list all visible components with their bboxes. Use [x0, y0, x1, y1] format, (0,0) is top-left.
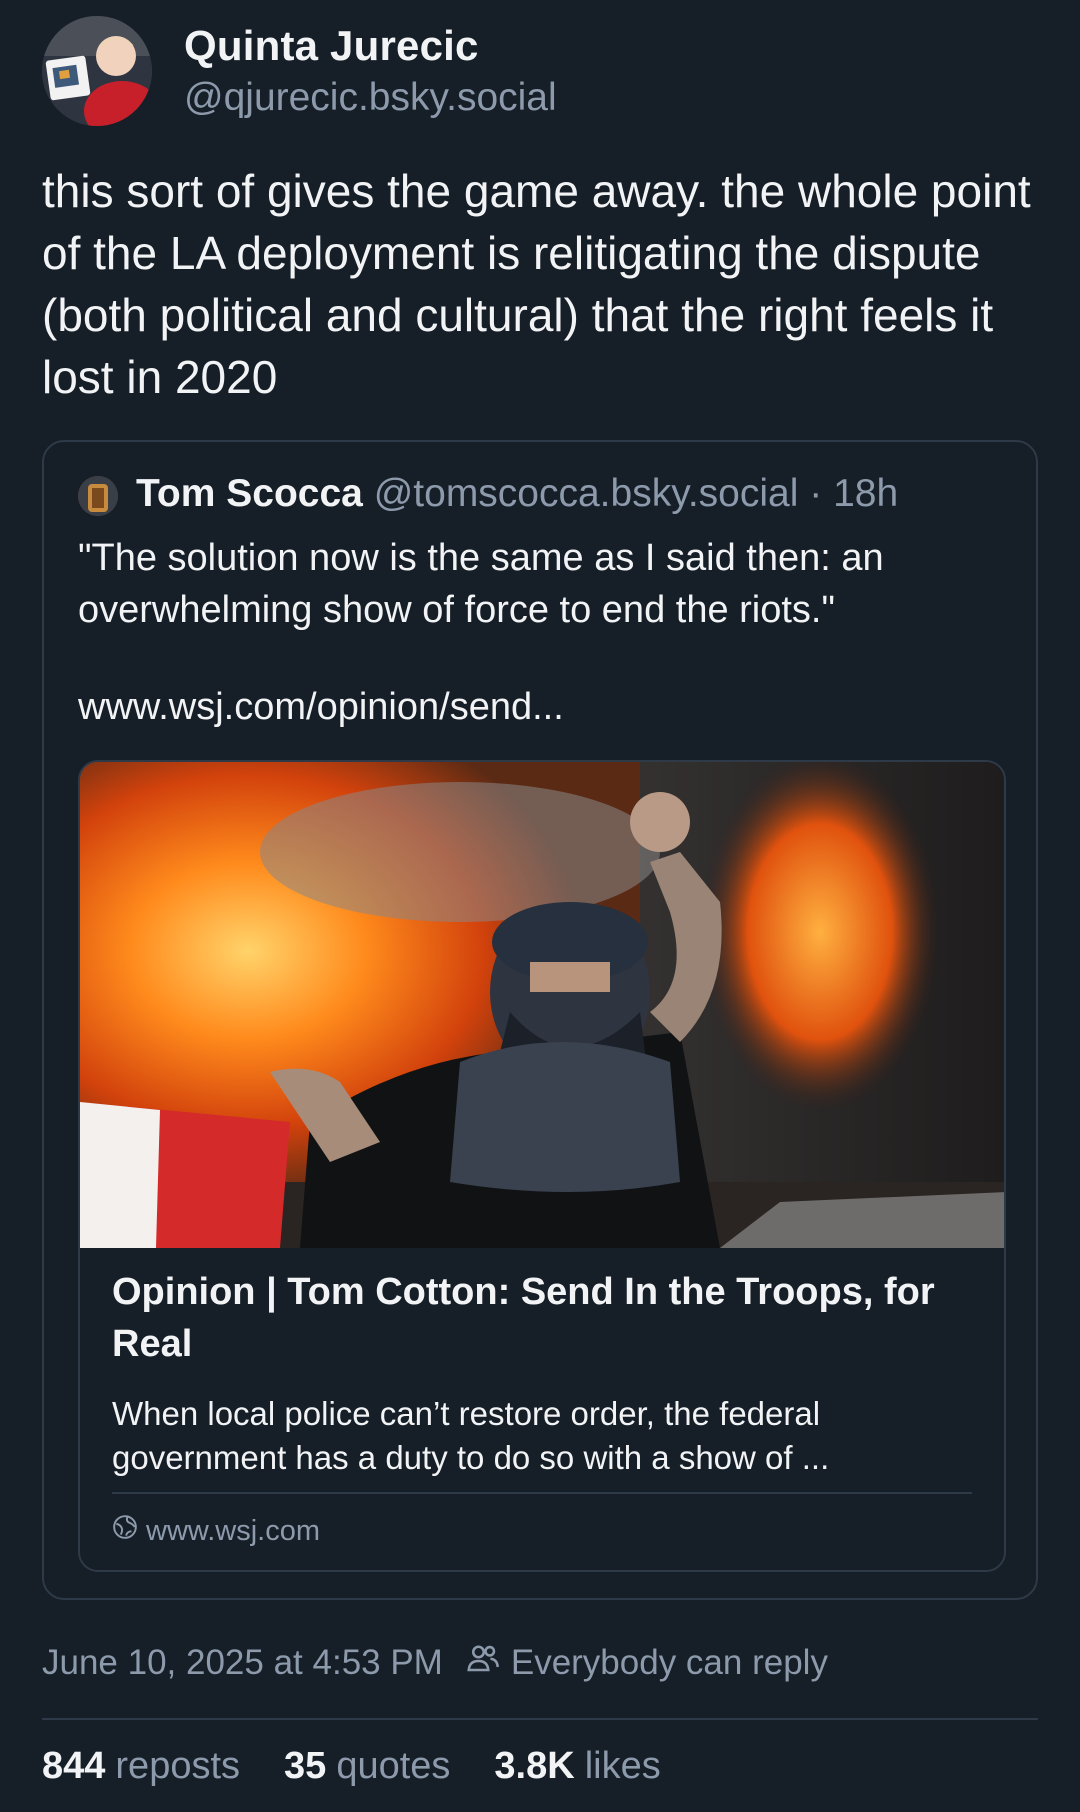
likes-stat[interactable]: 3.8K likes: [494, 1745, 660, 1788]
avatar-photo: [42, 16, 152, 126]
reposts-stat[interactable]: 844 reposts: [42, 1745, 240, 1788]
embed-domain: www.wsj.com: [146, 1514, 321, 1547]
embed-divider: [112, 1492, 972, 1494]
post-stats: 844 reposts 35 quotes 3.8K likes: [42, 1745, 661, 1788]
quote-separator: ·: [809, 472, 823, 515]
author-handle[interactable]: @qjurecic.bsky.social: [184, 76, 557, 120]
author-avatar[interactable]: [42, 16, 152, 126]
people-icon: [465, 1640, 501, 1685]
quotes-count: 35: [284, 1745, 327, 1787]
post-timestamp[interactable]: June 10, 2025 at 4:53 PM: [42, 1643, 443, 1683]
reply-setting-label: Everybody can reply: [510, 1642, 828, 1682]
link-embed-card[interactable]: Opinion | Tom Cotton: Send In the Troops…: [78, 760, 1006, 1572]
quote-text: "The solution now is the same as I said …: [78, 537, 884, 631]
quote-avatar-photo: [78, 476, 118, 516]
quote-author-avatar[interactable]: [78, 476, 118, 516]
likes-count: 3.8K: [494, 1745, 575, 1787]
quote-time: 18h: [833, 472, 899, 515]
author-name[interactable]: Quinta Jurecic: [184, 22, 479, 70]
globe-icon: [112, 1514, 138, 1548]
post-text: this sort of gives the game away. the wh…: [42, 165, 1031, 403]
post-meta-row: June 10, 2025 at 4:53 PM Everybody can r…: [42, 1640, 828, 1685]
quote-author-handle[interactable]: @tomscocca.bsky.social: [374, 472, 799, 515]
likes-label: likes: [584, 1745, 661, 1787]
reposts-count: 844: [42, 1745, 106, 1787]
embed-title[interactable]: Opinion | Tom Cotton: Send In the Troops…: [112, 1266, 972, 1370]
quotes-label: quotes: [336, 1745, 451, 1787]
footer-divider: [42, 1718, 1038, 1720]
embed-description: When local police can’t restore order, t…: [112, 1395, 830, 1476]
reply-setting[interactable]: Everybody can reply: [465, 1640, 828, 1685]
embed-domain-row[interactable]: www.wsj.com: [112, 1514, 320, 1548]
quote-link[interactable]: www.wsj.com/opinion/send...: [78, 686, 564, 729]
quotes-stat[interactable]: 35 quotes: [284, 1745, 450, 1788]
quote-author-name[interactable]: Tom Scocca: [136, 472, 363, 515]
quote-post-card[interactable]: Tom Scocca @tomscocca.bsky.social · 18h …: [42, 440, 1038, 1600]
quote-header: Tom Scocca @tomscocca.bsky.social · 18h: [136, 472, 898, 516]
embed-thumbnail-image: [80, 762, 1004, 1248]
post-detail: Quinta Jurecic @qjurecic.bsky.social thi…: [0, 0, 1080, 1812]
reposts-label: reposts: [115, 1745, 241, 1787]
